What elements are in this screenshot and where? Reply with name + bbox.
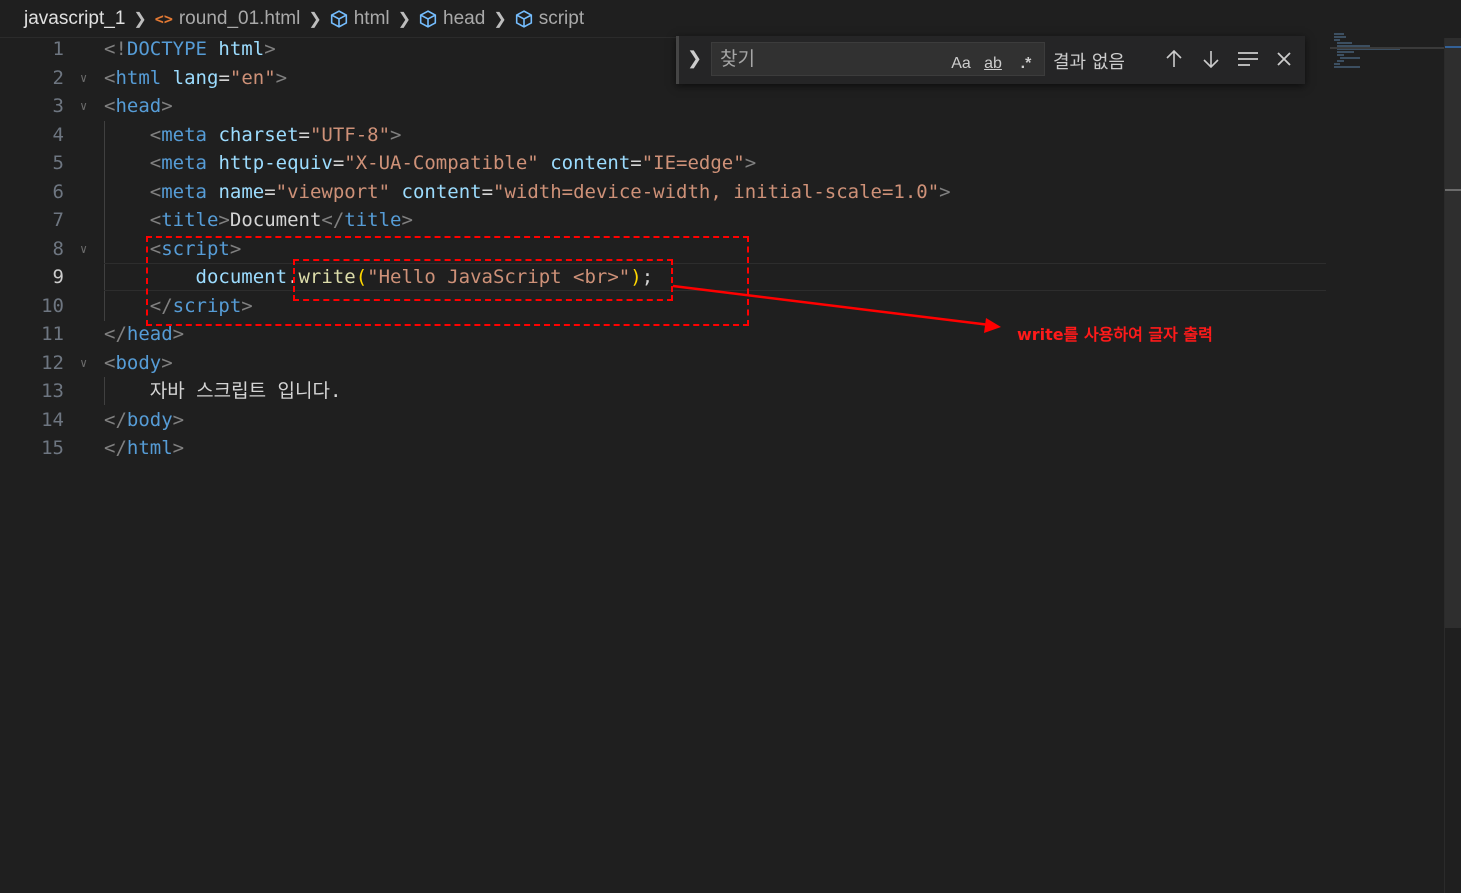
minimap[interactable] [1330, 30, 1444, 70]
scrollbar-thumb[interactable] [1445, 38, 1461, 628]
annotation-note: write를 사용하여 글자 출력 [1017, 325, 1213, 344]
cursor-position-marker [1445, 189, 1461, 191]
overview-ruler-marker [1445, 46, 1461, 48]
annotation-arrow [672, 284, 1001, 333]
